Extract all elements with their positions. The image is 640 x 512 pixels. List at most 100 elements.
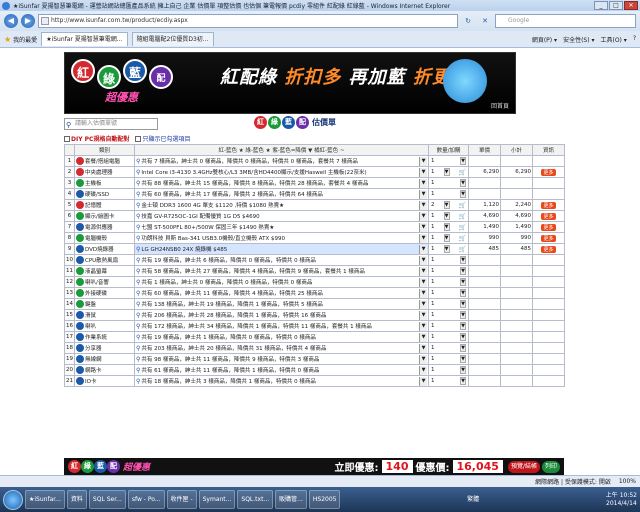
product-select[interactable]: ⚲ 共有 1 樣商品，紳士共 0 樣商品，降價共 0 樣商品，特價共 0 樣商品 ▼ (134, 276, 429, 288)
product-select[interactable]: ⚲ 共有 61 樣商品，紳士共 11 樣商品，降價共 1 樣商品，特價共 0 樣商… (134, 364, 429, 376)
qty-dropdown[interactable]: ▼ (460, 190, 466, 198)
qty-dropdown[interactable]: ▼ (460, 256, 466, 264)
qty-dropdown[interactable]: ▼ (460, 157, 466, 165)
search-icon[interactable]: ⚲ (136, 334, 140, 341)
qty-dropdown[interactable]: ▼ (460, 179, 466, 187)
qty-dropdown[interactable]: ▼ (460, 366, 466, 374)
search-icon[interactable]: ⚲ (136, 367, 140, 374)
chevron-down-icon[interactable]: ▼ (419, 178, 427, 188)
chevron-down-icon[interactable]: ▼ (419, 365, 427, 375)
qty-dropdown[interactable]: ▼ (460, 267, 466, 275)
qty-value[interactable]: 1 (431, 312, 435, 318)
home-link[interactable]: 回首頁 (491, 101, 509, 110)
start-button[interactable] (3, 489, 23, 510)
qty-value[interactable]: 1 (431, 323, 435, 329)
taskbar-item[interactable]: HS2005 (308, 490, 341, 509)
product-select[interactable]: ⚲ Intel Core i3-4130 3.4GHz雙核心/L3 3MB/含HD… (134, 166, 429, 178)
product-select[interactable]: ⚲ 共有 19 樣商品，紳士共 6 樣商品，降價共 0 樣商品，特價共 0 樣商品… (134, 254, 429, 266)
qty-value[interactable]: 1 (431, 301, 435, 307)
qty-value[interactable]: 1 (431, 169, 435, 175)
product-select[interactable]: ⚲ 共有 7 樣商品，紳士共 0 樣商品，降價共 0 樣商品，特價共 0 樣商品，… (134, 155, 429, 167)
qty-value[interactable]: 1 (431, 367, 435, 373)
chevron-down-icon[interactable]: ▼ (419, 332, 427, 342)
qty-dropdown[interactable]: ▼ (460, 322, 466, 330)
qty-dropdown[interactable]: ▼ (460, 311, 466, 319)
tools-menu[interactable]: 工具(O) ▾ (600, 35, 626, 44)
more-info-button[interactable]: 更多 (541, 201, 556, 209)
product-select[interactable]: ⚲ 技嘉 GV-R725OC-1GI 配備優質 1G D5 $4690 ▼ (134, 210, 429, 222)
qty-dropdown[interactable]: ▼ (443, 168, 450, 176)
chevron-down-icon[interactable]: ▼ (419, 321, 427, 331)
taskbar-item[interactable]: 收件匣 - (166, 490, 197, 509)
product-select[interactable]: ⚲ 共有 203 樣商品，紳士共 20 樣商品，降價共 31 樣商品，特價共 4 … (134, 342, 429, 354)
search-icon[interactable]: ⚲ (136, 246, 140, 253)
qty-dropdown[interactable]: ▼ (460, 355, 466, 363)
product-select[interactable]: ⚲ 共有 138 樣商品，紳士共 19 樣商品，降價共 1 樣商品，特價共 5 樣… (134, 298, 429, 310)
qty-value[interactable]: 1 (431, 257, 435, 263)
product-select[interactable]: ⚲ 功朗科技 貝斯 Bas-341 USB3.0機殼/直立機殼 ATX $990 ▼ (134, 232, 429, 244)
search-icon[interactable]: ⚲ (136, 268, 140, 275)
search-icon[interactable]: ⚲ (136, 290, 140, 297)
qty-dropdown[interactable]: ▼ (460, 289, 466, 297)
qty-dropdown[interactable]: ▼ (460, 278, 466, 286)
product-select[interactable]: ⚲ 七盟 ST-500PFL 80+/500W 保固三年 $1490 熱賣★ ▼ (134, 221, 429, 233)
chevron-down-icon[interactable]: ▼ (419, 288, 427, 298)
search-icon[interactable]: ⚲ (136, 323, 140, 330)
taskbar-item[interactable]: sfw - Po... (127, 490, 165, 509)
chevron-down-icon[interactable]: ▼ (419, 189, 427, 199)
product-select[interactable]: ⚲ 共有 88 樣商品，紳士共 15 樣商品，降價共 8 樣商品，特價共 28 樣… (134, 177, 429, 189)
chevron-down-icon[interactable]: ▼ (419, 233, 427, 243)
search-icon[interactable]: ⚲ (136, 191, 140, 198)
qty-value[interactable]: 1 (431, 345, 435, 351)
search-icon[interactable]: ⚲ (136, 279, 140, 286)
search-icon[interactable]: ⚲ (136, 202, 140, 209)
product-select[interactable]: ⚲ 共有 172 樣商品，紳士共 34 樣商品，降價共 1 樣商品，特價共 11 … (134, 320, 429, 332)
zoom-level[interactable]: 100% (619, 478, 636, 485)
chevron-down-icon[interactable]: ▼ (419, 343, 427, 353)
qty-dropdown[interactable]: ▼ (460, 300, 466, 308)
taskbar-item[interactable]: 資料 (66, 490, 87, 509)
chevron-down-icon[interactable]: ▼ (419, 156, 427, 166)
auto-match-checkbox[interactable]: DIY PC規格自動配對 (64, 134, 129, 143)
qty-value[interactable]: 1 (431, 224, 435, 230)
qty-dropdown[interactable]: ▼ (460, 333, 466, 341)
search-icon[interactable]: ⚲ (136, 180, 140, 187)
search-icon[interactable]: ⚲ (136, 312, 140, 319)
chevron-down-icon[interactable]: ▼ (419, 211, 427, 221)
show-selected-checkbox[interactable]: 只顯示已勾選項目 (135, 134, 190, 143)
qty-dropdown[interactable]: ▼ (460, 344, 466, 352)
chevron-down-icon[interactable]: ▼ (419, 222, 427, 232)
maximize-button[interactable]: □ (609, 1, 623, 10)
search-icon[interactable]: ⚲ (136, 378, 140, 385)
taskbar-item[interactable]: ★iSunfar... (25, 490, 65, 509)
chevron-down-icon[interactable]: ▼ (419, 310, 427, 320)
stop-icon[interactable]: ✕ (478, 15, 492, 27)
more-info-button[interactable]: 更多 (541, 245, 556, 253)
qty-value[interactable]: 1 (431, 158, 435, 164)
qty-value[interactable]: 2 (431, 202, 435, 208)
qty-value[interactable]: 1 (431, 213, 435, 219)
cart-icon[interactable]: 🛒 (459, 246, 466, 253)
product-select[interactable]: ⚲ 共有 18 樣商品，紳士共 3 樣商品，降價共 1 樣商品，特價共 0 樣商品… (134, 375, 429, 387)
product-select[interactable]: ⚲ 共有 206 樣商品，紳士共 28 樣商品，降價共 1 樣商品，特價共 16 … (134, 309, 429, 321)
chevron-down-icon[interactable]: ▼ (419, 266, 427, 276)
qty-dropdown[interactable]: ▼ (443, 234, 450, 242)
cart-icon[interactable]: 🛒 (459, 224, 466, 231)
product-select[interactable]: ⚲ 共有 98 樣商品，紳士共 11 樣商品，降價共 9 樣商品，特價共 3 樣商… (134, 353, 429, 365)
product-select[interactable]: ⚲ 共有 19 樣商品，紳士共 1 樣商品，降價共 0 樣商品，特價共 0 樣商品… (134, 331, 429, 343)
help-menu[interactable]: ? (633, 35, 636, 44)
chevron-down-icon[interactable]: ▼ (419, 255, 427, 265)
more-info-button[interactable]: 更多 (541, 212, 556, 220)
chevron-down-icon[interactable]: ▼ (419, 277, 427, 287)
search-icon[interactable]: ⚲ (136, 235, 140, 242)
qty-value[interactable]: 1 (431, 235, 435, 241)
taskbar-item[interactable]: SQL Ser... (88, 490, 126, 509)
taskbar-item[interactable]: Symant... (198, 490, 236, 509)
qty-value[interactable]: 1 (431, 191, 435, 197)
url-input[interactable]: http://www.isunfar.com.tw/product/ecdiy.… (38, 14, 458, 28)
close-button[interactable]: ✕ (624, 1, 638, 10)
browser-tab-1[interactable]: ★iSunfar 夏揚智慧筆電網... (41, 32, 128, 46)
search-icon[interactable]: ⚲ (136, 356, 140, 363)
search-icon[interactable]: ⚲ (136, 169, 140, 176)
minimize-button[interactable]: _ (594, 1, 608, 10)
